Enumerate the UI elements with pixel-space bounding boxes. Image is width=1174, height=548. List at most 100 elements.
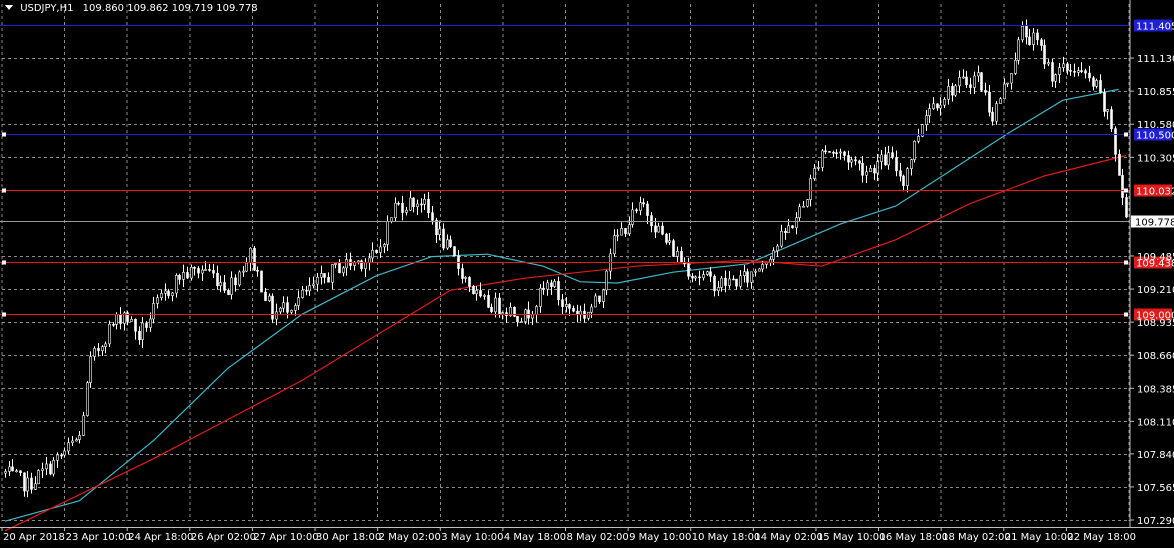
candle-body [791, 225, 794, 229]
candle-body [15, 470, 18, 473]
candle-body [49, 463, 52, 475]
price-tick-label: 110.305 [1137, 153, 1174, 164]
candle-body [899, 170, 902, 177]
candle-body [26, 477, 29, 492]
time-tick-label: 8 May 02:00 [567, 532, 629, 543]
level-handle[interactable] [1124, 188, 1128, 193]
candle-body [802, 205, 805, 208]
level-handle[interactable] [1124, 132, 1128, 137]
candle-body [490, 307, 493, 313]
candle-body [327, 277, 330, 283]
candle-body [286, 302, 289, 313]
candle-body [650, 215, 653, 227]
candle-body [312, 283, 315, 286]
candle-body [134, 318, 137, 332]
time-tick-label: 24 Apr 18:00 [128, 532, 193, 543]
candle-body [82, 415, 85, 436]
candle-body [1032, 32, 1035, 45]
candle-body [694, 276, 697, 279]
candle-body [646, 203, 649, 216]
candle-body [320, 273, 323, 278]
candle-body [156, 297, 159, 304]
candle-body [913, 140, 916, 160]
level-handle[interactable] [1124, 312, 1128, 317]
candle-body [145, 322, 148, 328]
candle-body [1099, 80, 1102, 93]
candle-body [906, 168, 909, 186]
candle-body [204, 269, 207, 271]
candle-body [613, 235, 616, 255]
chevron-down-icon[interactable] [5, 5, 13, 10]
candle-body [535, 306, 538, 315]
level-handle[interactable] [2, 188, 6, 193]
candle-body [301, 289, 304, 298]
candle-body [965, 76, 968, 86]
candle-body [561, 299, 564, 307]
candle-body [167, 290, 170, 296]
candle-body [472, 286, 475, 294]
candle-body [63, 450, 66, 456]
candle-body [743, 271, 746, 277]
candle-body [884, 154, 887, 166]
candle-body [1010, 73, 1013, 84]
price-tick-label: 108.660 [1137, 351, 1174, 362]
candle-body [190, 266, 193, 279]
time-tick-label: 27 Apr 10:00 [253, 532, 318, 543]
candle-body [227, 290, 230, 295]
candle-body [435, 219, 438, 236]
candle-body [1054, 74, 1057, 82]
candle-body [809, 178, 812, 200]
level-handle[interactable] [1124, 260, 1128, 265]
candle-body [832, 151, 835, 154]
level-handle[interactable] [2, 132, 6, 137]
candle-body [954, 85, 957, 96]
candle-body [980, 72, 983, 91]
candle-body [219, 282, 222, 287]
candle-body [449, 239, 452, 247]
candle-body [602, 289, 605, 302]
candle-body [494, 297, 497, 313]
level-handle[interactable] [2, 312, 6, 317]
candle-body [364, 262, 367, 269]
candle-body [97, 348, 100, 352]
candle-body [464, 277, 467, 279]
candle-body [765, 262, 768, 265]
candle-body [193, 266, 196, 269]
candle-body [282, 302, 285, 309]
candle-body [1092, 77, 1095, 87]
candle-body [780, 230, 783, 247]
candle-body [772, 250, 775, 260]
candle-body [427, 198, 430, 213]
candle-body [839, 151, 842, 154]
candle-body [212, 270, 215, 274]
candle-body [1069, 70, 1072, 72]
candle-body [887, 152, 890, 166]
candle-body [516, 315, 519, 322]
level-price-label: 110.032 [1136, 187, 1174, 198]
candle-body [910, 159, 913, 169]
candle-body [895, 157, 898, 172]
candle-body [728, 278, 731, 286]
candle-body [1110, 109, 1113, 129]
candle-body [397, 202, 400, 205]
ohlc-values: 109.860 109.862 109.719 109.778 [82, 3, 258, 14]
candle-body [242, 270, 245, 273]
candle-body [75, 439, 78, 442]
candle-body [1080, 70, 1083, 72]
chart-header: USDJPY,H1 109.860 109.862 109.719 109.77… [2, 2, 258, 16]
candle-body [1114, 128, 1117, 155]
candle-body [1073, 70, 1076, 73]
price-chart[interactable]: 111.405 110.500 110.032 109.438 109.000 111.… [0, 0, 1174, 544]
candle-body [854, 159, 857, 162]
candle-body [657, 225, 660, 233]
candle-body [861, 162, 864, 176]
time-tick-label: 15 May 10:00 [817, 532, 886, 543]
time-tick-label: 3 May 10:00 [441, 532, 503, 543]
candle-body [902, 175, 905, 186]
candle-body [928, 108, 931, 116]
candle-body [1125, 197, 1128, 218]
candle-body [475, 290, 478, 294]
level-handle[interactable] [2, 260, 6, 265]
candle-body [1118, 154, 1121, 176]
candle-body [412, 197, 415, 207]
